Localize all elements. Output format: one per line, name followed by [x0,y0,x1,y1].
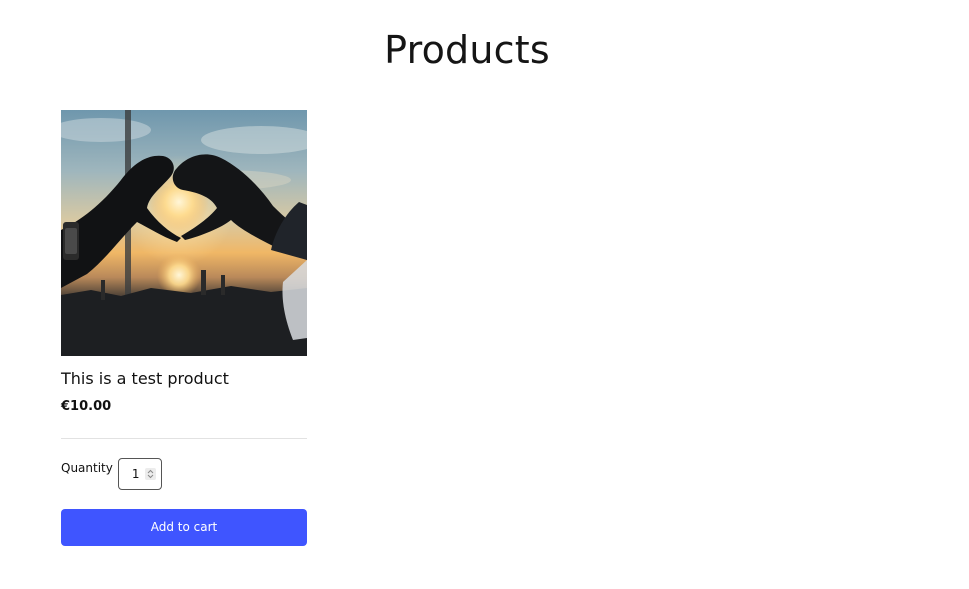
quantity-row: Quantity 1 [61,458,307,490]
product-card: This is a test product €10.00 Quantity 1… [61,110,307,546]
quantity-value[interactable]: 1 [132,466,140,482]
page-title: Products [384,28,550,72]
product-image[interactable] [61,110,307,356]
product-price: €10.00 [61,399,112,414]
quantity-label: Quantity [61,461,113,475]
spinner-icon[interactable] [144,468,156,480]
divider [61,438,307,439]
products-page: Products This is a test product €10.00 Q… [0,0,969,589]
quantity-stepper[interactable]: 1 [117,458,162,490]
product-name[interactable]: This is a test product [61,368,307,390]
add-to-cart-button[interactable]: Add to cart [61,509,307,546]
